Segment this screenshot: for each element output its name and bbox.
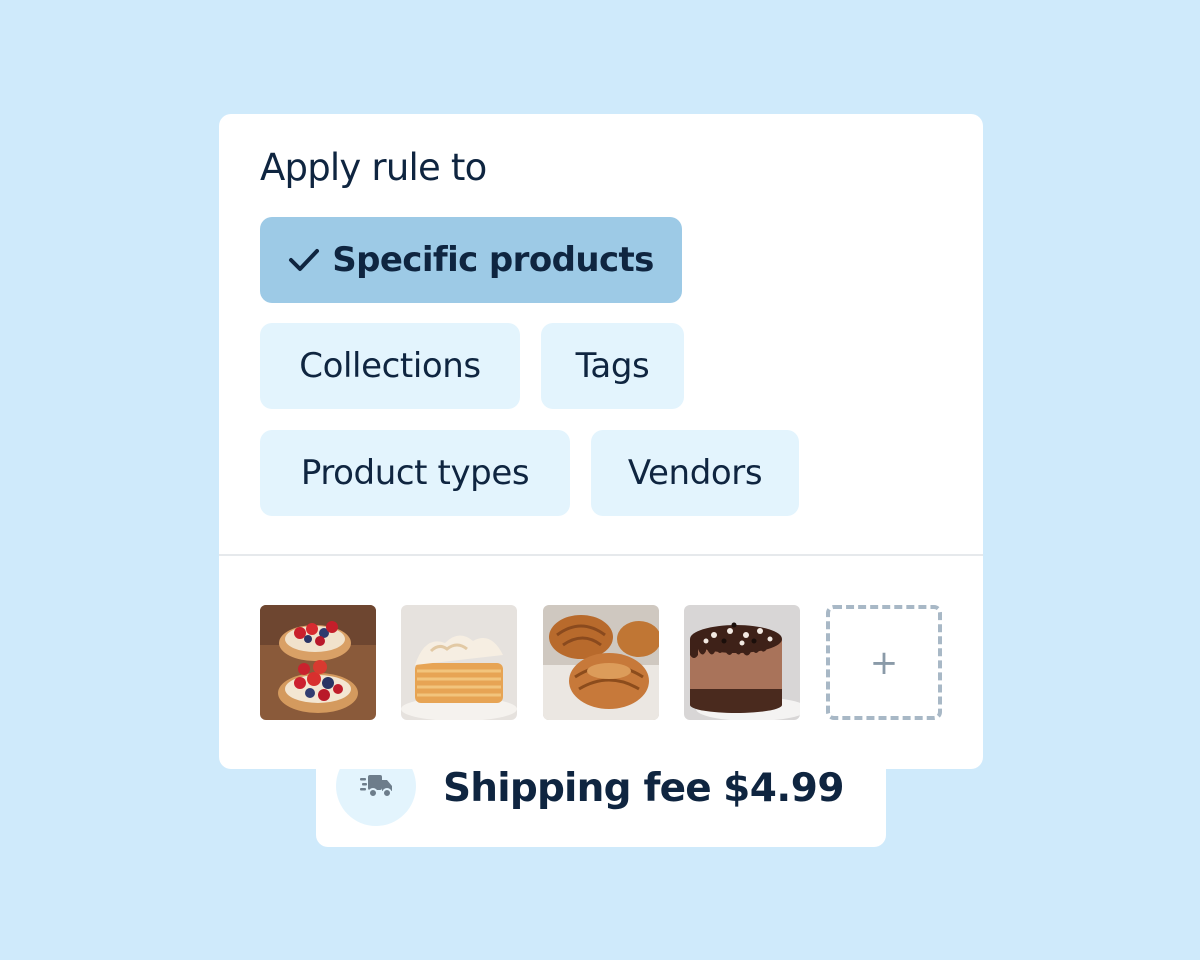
option-product-types[interactable]: Product types — [260, 430, 570, 516]
option-label: Product types — [300, 453, 530, 493]
rule-title: Apply rule to — [260, 146, 487, 189]
fruit-tart-image — [260, 605, 376, 720]
product-thumb-croissants[interactable] — [543, 605, 659, 720]
apply-rule-card: Apply rule to Specific products Collecti… — [219, 114, 983, 769]
meringue-pastry-image — [401, 605, 517, 720]
divider — [219, 554, 983, 556]
option-label: Specific products — [332, 240, 654, 280]
product-thumb-fruit-tartlets[interactable] — [260, 605, 376, 720]
option-label: Vendors — [627, 453, 763, 493]
option-label: Collections — [299, 346, 481, 386]
option-specific-products[interactable]: Specific products — [260, 217, 682, 303]
option-tags[interactable]: Tags — [541, 323, 684, 409]
product-thumb-chocolate-cake[interactable] — [684, 605, 800, 720]
croissant-image — [543, 605, 659, 720]
option-collections[interactable]: Collections — [260, 323, 520, 409]
chocolate-cake-image — [684, 605, 800, 720]
shipping-fee-price: $4.99 — [723, 766, 844, 811]
delivery-truck-icon — [360, 775, 392, 798]
plus-icon: + — [869, 642, 899, 683]
checkmark-icon — [288, 248, 320, 272]
option-label: Tags — [575, 346, 650, 386]
add-product-button[interactable]: + — [826, 605, 942, 720]
product-thumb-meringue-pastry[interactable] — [401, 605, 517, 720]
shipping-fee-label: Shipping fee — [443, 766, 712, 811]
option-vendors[interactable]: Vendors — [591, 430, 799, 516]
